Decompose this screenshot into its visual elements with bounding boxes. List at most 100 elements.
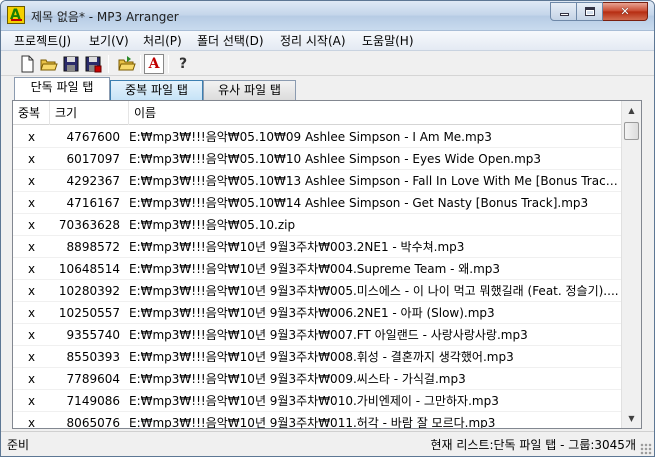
maximize-button[interactable] (577, 2, 603, 21)
table-row[interactable]: x 70363628 E:₩mp3₩!!!음악₩05.10.zip (13, 214, 621, 236)
name-cell: E:₩mp3₩!!!음악₩10년 9월3주차₩006.2NE1 - 아파 (Sl… (129, 306, 495, 320)
table-row[interactable]: x 8550393 E:₩mp3₩!!!음악₩10년 9월3주차₩008.휘성 - … (13, 346, 621, 368)
size-cell: 10280392 (58, 284, 120, 298)
help-icon[interactable]: ? (173, 54, 193, 74)
name-cell: E:₩mp3₩!!!음악₩05.10₩13 Ashlee Simpson - F… (129, 174, 621, 188)
column-header-name[interactable]: 이름 (129, 101, 621, 125)
tab-strip: 단독 파일 탭 중복 파일 탭 유사 파일 탭 (1, 76, 654, 100)
file-list[interactable]: 중복 크기 이름 x 4767600 E:₩mp3₩!!!음악₩05.10₩09 A… (12, 100, 642, 429)
table-row[interactable]: x 8065076 E:₩mp3₩!!!음악₩10년 9월3주차₩011.허각 - … (13, 412, 621, 429)
menu-bar: 프로젝트(J) 보기(V) 처리(P) 폴더 선택(D) 정리 시작(A) 도움… (1, 31, 654, 51)
status-list-info: 현재 리스트:단독 파일 탭 - 그룹:3045개 (430, 438, 636, 452)
minimize-icon (560, 13, 569, 16)
menu-select-folder[interactable]: 폴더 선택(D) (192, 33, 269, 49)
duplicate-cell: x (27, 306, 36, 320)
size-cell: 4292367 (66, 174, 120, 188)
name-cell: E:₩mp3₩!!!음악₩10년 9월3주차₩004.Supreme Team … (129, 262, 501, 276)
size-cell: 6017097 (66, 152, 120, 166)
open-folder-icon[interactable] (39, 54, 59, 74)
duplicate-cell: x (27, 174, 36, 188)
name-cell: E:₩mp3₩!!!음악₩05.10₩14 Ashlee Simpson - G… (129, 196, 589, 210)
menu-help[interactable]: 도움말(H) (357, 33, 419, 49)
save-icon[interactable] (61, 54, 81, 74)
duplicate-cell: x (27, 372, 36, 386)
window-controls: ✕ (550, 2, 648, 21)
name-cell: E:₩mp3₩!!!음악₩10년 9월3주차₩010.가비엔제이 - 그만하자.… (129, 394, 499, 408)
table-row[interactable]: x 4292367 E:₩mp3₩!!!음악₩05.10₩13 Ashlee Sim… (13, 170, 621, 192)
size-cell: 4767600 (66, 130, 120, 144)
toolbar-separator (140, 55, 141, 73)
scroll-down-icon[interactable]: ▼ (623, 410, 640, 427)
size-cell: 10250557 (58, 306, 120, 320)
size-cell: 8550393 (66, 350, 120, 364)
name-cell: E:₩mp3₩!!!음악₩05.10.zip (129, 218, 296, 232)
tab-single-files[interactable]: 단독 파일 탭 (14, 77, 110, 100)
duplicate-cell: x (27, 350, 36, 364)
title-bar[interactable]: A 제목 없음* - MP3 Arranger ✕ (1, 1, 654, 31)
tab-similar-files[interactable]: 유사 파일 탭 (203, 80, 296, 100)
duplicate-cell: x (27, 152, 36, 166)
toolbar: A ? (1, 52, 654, 76)
column-header-duplicate[interactable]: 중복 (13, 101, 50, 125)
scroll-thumb[interactable] (624, 122, 639, 140)
name-cell: E:₩mp3₩!!!음악₩10년 9월3주차₩008.휘성 - 결혼까지 생각했… (129, 350, 514, 364)
table-row[interactable]: x 6017097 E:₩mp3₩!!!음악₩05.10₩10 Ashlee Sim… (13, 148, 621, 170)
scroll-up-icon[interactable]: ▲ (623, 102, 640, 119)
size-cell: 9355740 (66, 328, 120, 342)
status-bar: 준비 현재 리스트:단독 파일 탭 - 그룹:3045개 (1, 431, 654, 456)
size-cell: 70363628 (58, 218, 120, 232)
name-cell: E:₩mp3₩!!!음악₩10년 9월3주차₩009.씨스타 - 가식걸.mp3 (129, 372, 466, 386)
table-row[interactable]: x 7789604 E:₩mp3₩!!!음악₩10년 9월3주차₩009.씨스타 -… (13, 368, 621, 390)
table-row[interactable]: x 10250557 E:₩mp3₩!!!음악₩10년 9월3주차₩006.2NE1… (13, 302, 621, 324)
duplicate-cell: x (27, 196, 36, 210)
save-as-icon[interactable] (83, 54, 103, 74)
duplicate-cell: x (27, 130, 36, 144)
duplicate-cell: x (27, 262, 36, 276)
toolbar-separator (168, 55, 169, 73)
app-window: A 제목 없음* - MP3 Arranger ✕ 프로젝트(J) 보기(V) … (0, 0, 655, 457)
tab-duplicate-files[interactable]: 중복 파일 탭 (110, 80, 203, 100)
table-row[interactable]: x 8898572 E:₩mp3₩!!!음악₩10년 9월3주차₩003.2NE1 … (13, 236, 621, 258)
status-text: 준비 (7, 438, 30, 452)
table-row[interactable]: x 4716167 E:₩mp3₩!!!음악₩05.10₩14 Ashlee Sim… (13, 192, 621, 214)
table-row[interactable]: x 10648514 E:₩mp3₩!!!음악₩10년 9월3주차₩004.Supr… (13, 258, 621, 280)
size-cell: 7789604 (66, 372, 120, 386)
window-title: 제목 없음* - MP3 Arranger (31, 10, 179, 24)
list-rows: x 4767600 E:₩mp3₩!!!음악₩05.10₩09 Ashlee Sim… (13, 126, 621, 429)
size-cell: 10648514 (58, 262, 120, 276)
list-header: 중복 크기 이름 (13, 101, 621, 125)
duplicate-cell: x (27, 328, 36, 342)
close-button[interactable]: ✕ (603, 2, 648, 21)
name-cell: E:₩mp3₩!!!음악₩10년 9월3주차₩011.허각 - 바람 잘 모르다… (129, 416, 496, 429)
open-project-icon[interactable] (117, 54, 137, 74)
menu-process[interactable]: 처리(P) (138, 33, 187, 49)
font-icon[interactable]: A (144, 54, 164, 74)
name-cell: E:₩mp3₩!!!음악₩10년 9월3주차₩003.2NE1 - 박수쳐.mp… (129, 240, 465, 254)
table-row[interactable]: x 9355740 E:₩mp3₩!!!음악₩10년 9월3주차₩007.FT 아일… (13, 324, 621, 346)
name-cell: E:₩mp3₩!!!음악₩10년 9월3주차₩005.미스에스 - 이 나이 먹… (129, 284, 619, 298)
size-cell: 4716167 (66, 196, 120, 210)
vertical-scrollbar[interactable]: ▲ ▼ (621, 101, 641, 428)
duplicate-cell: x (27, 284, 36, 298)
name-cell: E:₩mp3₩!!!음악₩05.10₩09 Ashlee Simpson - I… (129, 130, 492, 144)
size-cell: 8065076 (66, 416, 120, 429)
name-cell: E:₩mp3₩!!!음악₩10년 9월3주차₩007.FT 아일랜드 - 사랑사… (129, 328, 528, 342)
menu-view[interactable]: 보기(V) (84, 33, 134, 49)
duplicate-cell: x (27, 394, 36, 408)
column-header-size[interactable]: 크기 (50, 101, 129, 125)
table-row[interactable]: x 10280392 E:₩mp3₩!!!음악₩10년 9월3주차₩005.미스에스… (13, 280, 621, 302)
menu-start-arrange[interactable]: 정리 시작(A) (275, 33, 351, 49)
size-cell: 8898572 (66, 240, 120, 254)
size-cell: 7149086 (66, 394, 120, 408)
duplicate-cell: x (27, 240, 36, 254)
toolbar-separator (108, 55, 109, 73)
maximize-icon (585, 7, 595, 16)
minimize-button[interactable] (550, 2, 577, 21)
app-icon[interactable]: A (7, 6, 25, 24)
table-row[interactable]: x 7149086 E:₩mp3₩!!!음악₩10년 9월3주차₩010.가비엔제이… (13, 390, 621, 412)
table-row[interactable]: x 4767600 E:₩mp3₩!!!음악₩05.10₩09 Ashlee Sim… (13, 126, 621, 148)
new-file-icon[interactable] (17, 54, 37, 74)
resize-grip-icon[interactable] (640, 443, 652, 455)
menu-project[interactable]: 프로젝트(J) (9, 33, 76, 49)
name-cell: E:₩mp3₩!!!음악₩05.10₩10 Ashlee Simpson - E… (129, 152, 542, 166)
